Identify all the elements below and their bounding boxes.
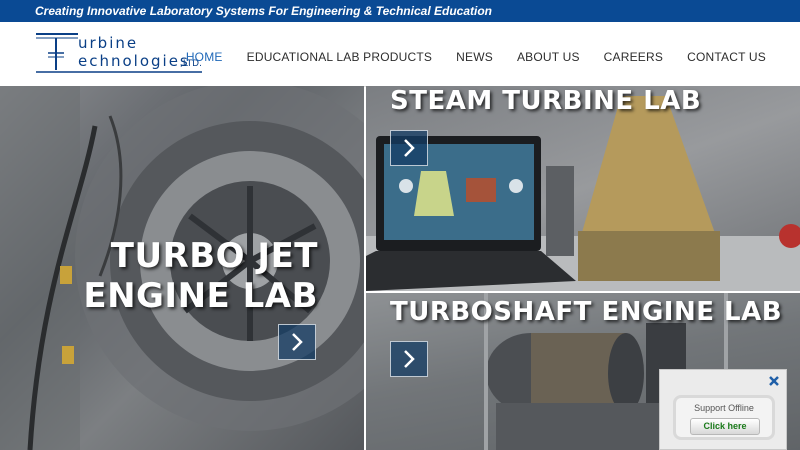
chevron-right-icon: [404, 139, 415, 157]
steam-turbine-title: STEAM TURBINE LAB: [390, 86, 702, 116]
turbo-jet-title: TURBO JET ENGINE LAB: [18, 236, 318, 316]
tagline: Creating Innovative Laboratory Systems F…: [35, 4, 492, 18]
nav-about-us[interactable]: ABOUT US: [517, 50, 580, 64]
company-logo[interactable]: urbine echnologies ,LTD.: [34, 32, 206, 76]
nav-home[interactable]: HOME: [186, 50, 223, 64]
nav-careers[interactable]: CAREERS: [604, 50, 663, 64]
steam-turbine-image: [366, 96, 800, 291]
turboshaft-title: TURBOSHAFT ENGINE LAB: [390, 297, 783, 327]
chevron-right-icon: [292, 333, 303, 351]
support-click-here-button[interactable]: Click here: [690, 418, 760, 435]
turbo-jet-title-line-2: ENGINE LAB: [83, 276, 318, 316]
steam-turbine-panel[interactable]: STEAM TURBINE LAB: [366, 86, 800, 291]
support-status-text: Support Offline: [694, 403, 754, 413]
nav-contact-us[interactable]: CONTACT US: [687, 50, 766, 64]
turbo-jet-panel[interactable]: TURBO JET ENGINE LAB: [0, 86, 364, 450]
top-bar: Creating Innovative Laboratory Systems F…: [0, 0, 800, 22]
support-status-box: Support Offline Click here: [673, 395, 775, 440]
turboshaft-arrow-button[interactable]: [390, 341, 428, 377]
close-icon[interactable]: [768, 375, 780, 387]
steam-turbine-arrow-button[interactable]: [390, 130, 428, 166]
turbo-jet-title-line-1: TURBO JET: [110, 236, 318, 276]
support-chat-widget: Support Offline Click here: [659, 369, 787, 450]
site-header: urbine echnologies ,LTD. HOME EDUCATIONA…: [0, 22, 800, 87]
logo-line-1: urbine: [78, 34, 139, 52]
chevron-right-icon: [404, 350, 415, 368]
nav-news[interactable]: NEWS: [456, 50, 493, 64]
main-nav: HOME EDUCATIONAL LAB PRODUCTS NEWS ABOUT…: [186, 50, 766, 64]
logo-line-2: echnologies: [78, 52, 190, 70]
turbo-jet-arrow-button[interactable]: [278, 324, 316, 360]
nav-educational-lab-products[interactable]: EDUCATIONAL LAB PRODUCTS: [247, 50, 433, 64]
